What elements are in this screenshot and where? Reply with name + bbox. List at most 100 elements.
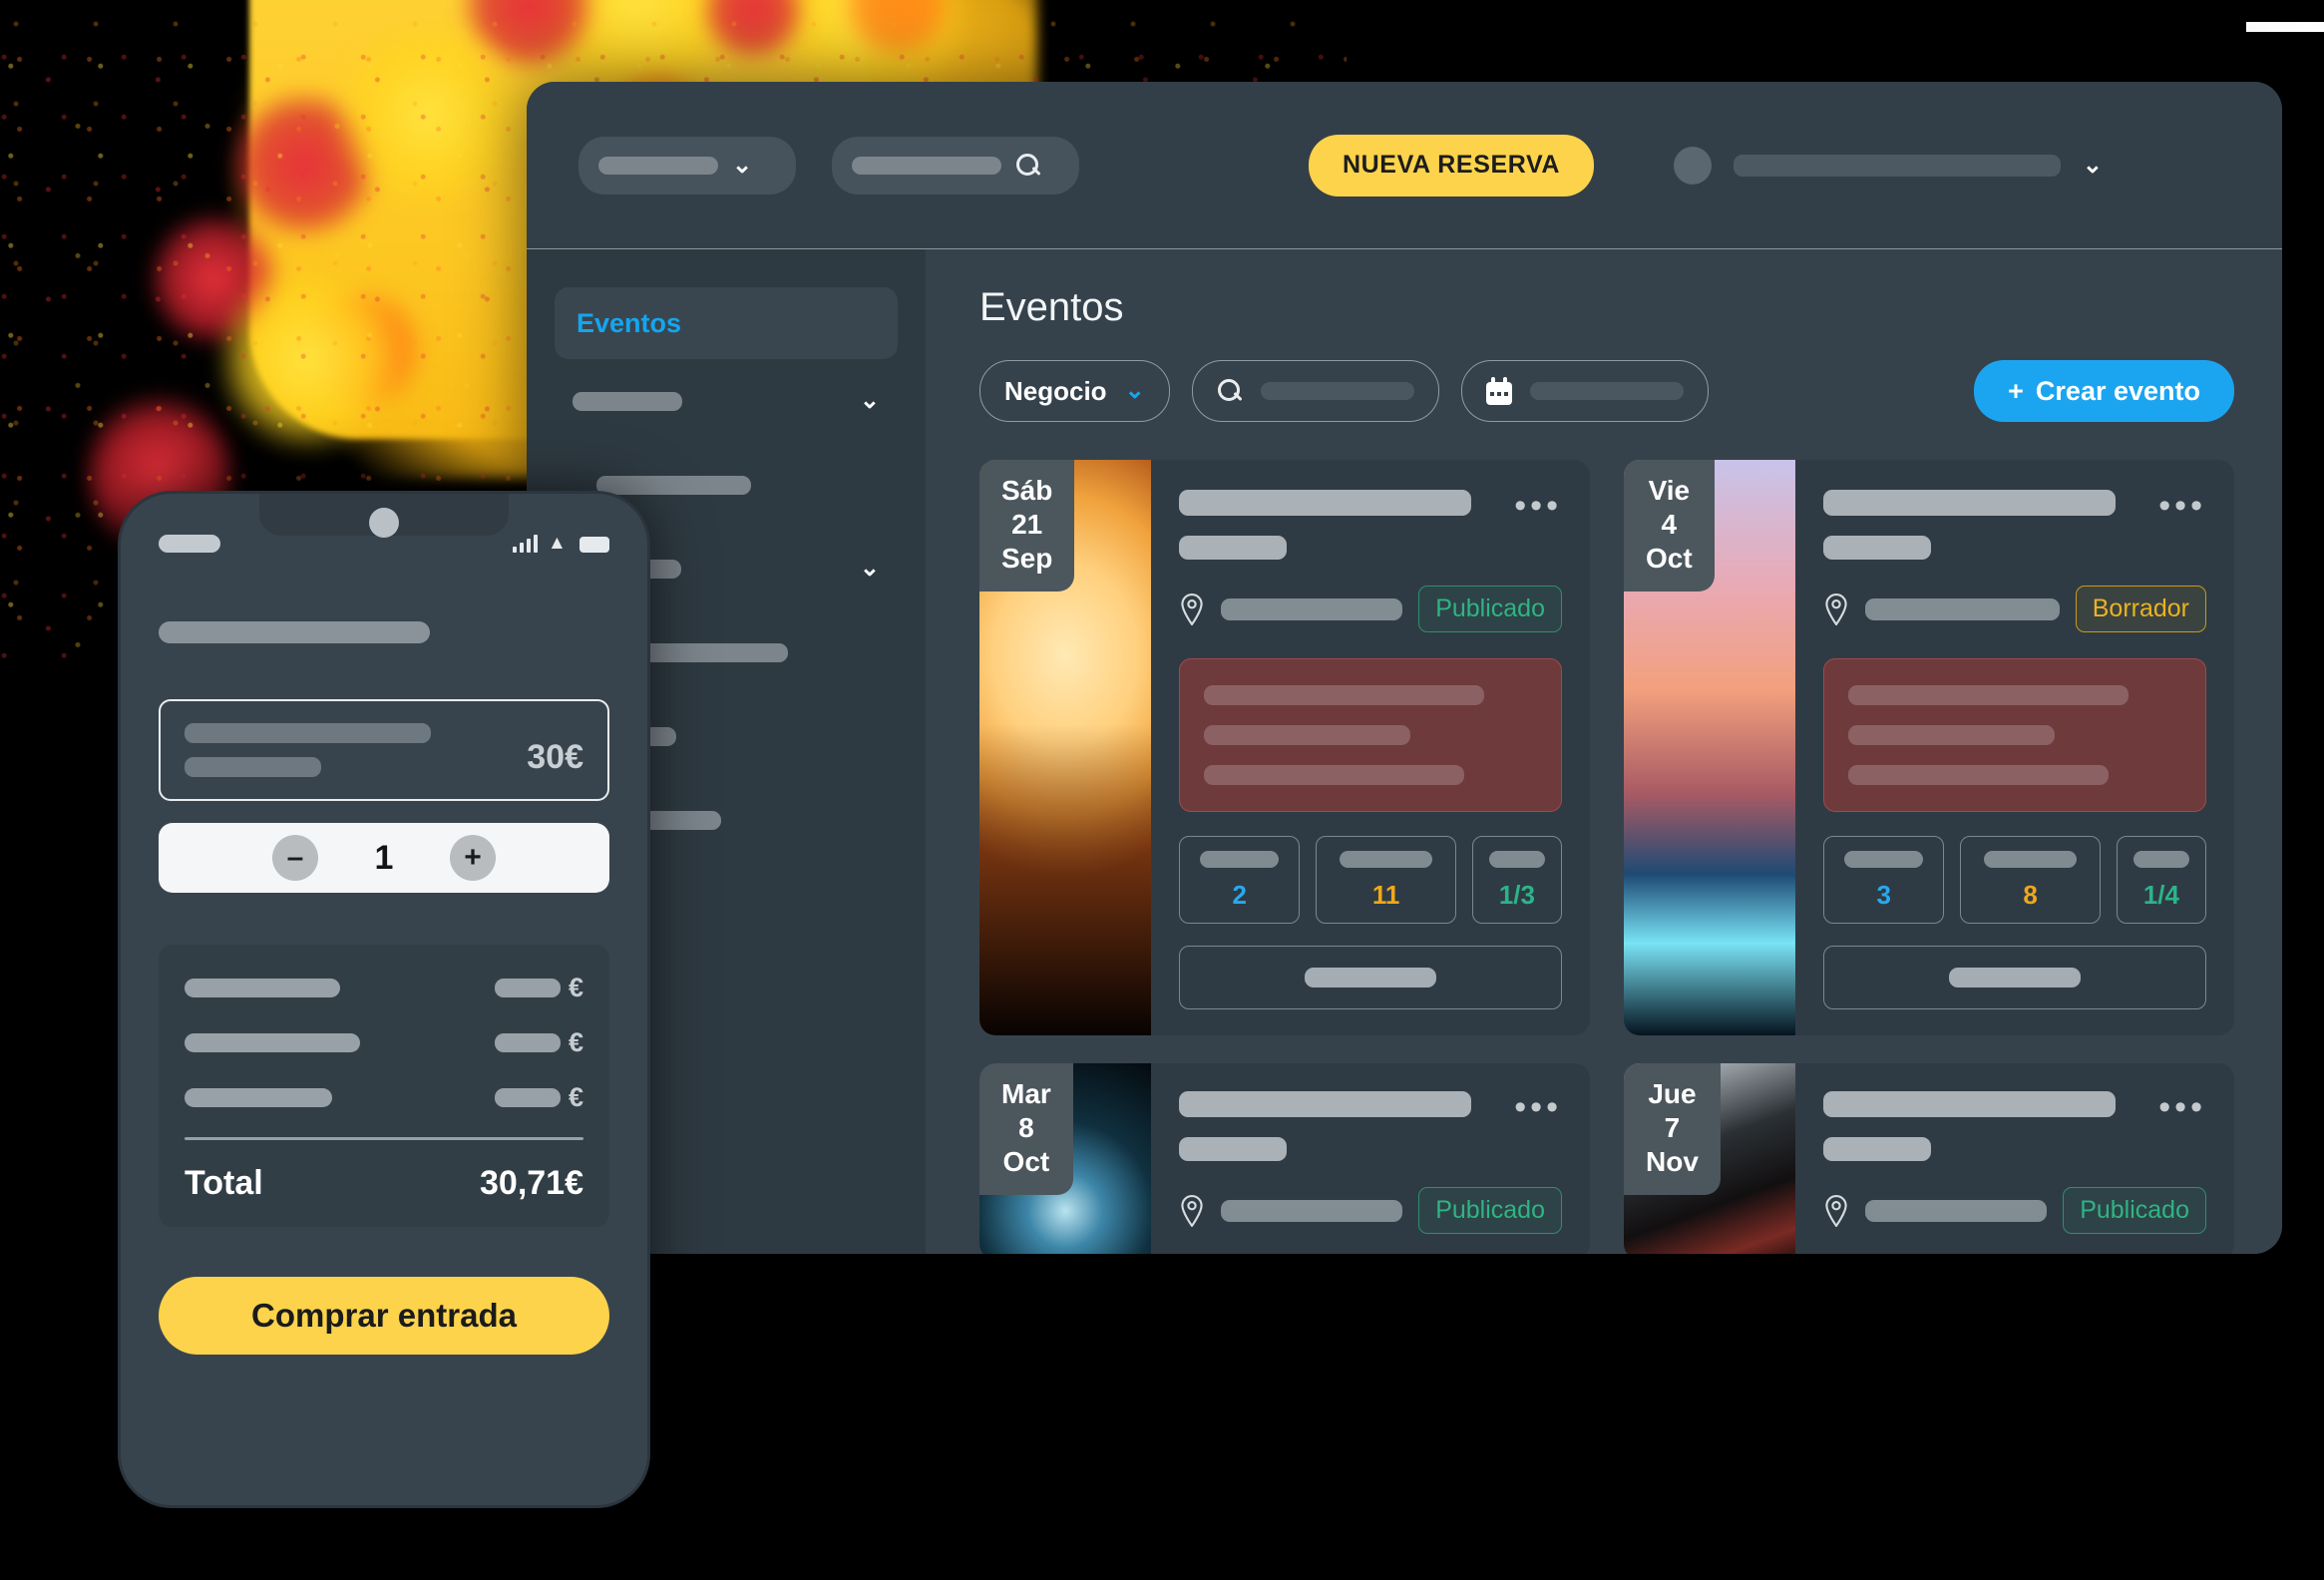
event-date: 4	[1661, 509, 1678, 541]
event-date-chip: Mar 8 Oct	[979, 1063, 1073, 1196]
business-filter-select[interactable]: Negocio ⌄	[979, 360, 1170, 422]
sidebar-item-label	[573, 391, 682, 411]
stat-value: 11	[1371, 880, 1400, 910]
stat-label-placeholder	[1984, 851, 2077, 868]
event-thumbnail: Mar 8 Oct	[979, 1063, 1151, 1254]
decrease-quantity-button[interactable]: –	[272, 835, 318, 881]
event-stats: 3 8 1/4	[1823, 836, 2206, 924]
event-stat[interactable]: 2	[1179, 836, 1301, 924]
crear-evento-button[interactable]: + Crear evento	[1974, 360, 2234, 422]
event-location-placeholder	[1865, 1199, 2048, 1222]
chevron-down-icon: ⌄	[1124, 377, 1145, 404]
event-card[interactable]: Sáb 21 Sep ••• Publicado 2 11 1/3	[979, 460, 1590, 1035]
comprar-entrada-button[interactable]: Comprar entrada	[159, 1277, 609, 1355]
events-search-input[interactable]	[1260, 382, 1414, 400]
summary-row: €	[185, 1027, 583, 1058]
event-date: 8	[1018, 1112, 1034, 1144]
event-card[interactable]: Jue 7 Nov ••• Publicado	[1624, 1063, 2234, 1254]
event-title-placeholder	[1823, 1091, 2116, 1117]
events-grid: Sáb 21 Sep ••• Publicado 2 11 1/3 Vie 4 …	[979, 460, 2234, 1254]
event-card[interactable]: Mar 8 Oct ••• Publicado	[979, 1063, 1590, 1254]
stat-label-placeholder	[1488, 851, 1545, 868]
summary-total-row: Total 30,71€	[185, 1164, 583, 1203]
event-overflow-menu[interactable]: •••	[2158, 489, 2206, 523]
event-card-action[interactable]	[1823, 946, 2206, 1009]
event-card-body: ••• Borrador 3 8 1/4	[1795, 460, 2234, 1035]
event-location-row: Publicado	[1823, 1187, 2206, 1234]
main-content: Eventos Negocio ⌄ + Crear evento Sáb 21 …	[926, 249, 2282, 1254]
summary-label-placeholder	[185, 979, 340, 997]
location-pin-icon	[1825, 1194, 1847, 1227]
ticket-price: 30€	[527, 738, 583, 776]
event-day: Sáb	[1001, 475, 1053, 506]
event-card-action[interactable]	[1179, 946, 1562, 1009]
cellular-signal-icon	[513, 535, 538, 553]
screenshot-stage: ⌄ NUEVA RESERVA ⌄ Eventos ⌄ ⌄ Eventos Ne…	[0, 0, 2324, 1580]
total-value: 30,71€	[480, 1164, 583, 1202]
quantity-stepper[interactable]: – 1 +	[159, 823, 609, 893]
sidebar-item-eventos[interactable]: Eventos	[555, 287, 898, 359]
event-date: 7	[1664, 1112, 1681, 1144]
phone-screen-title-placeholder	[159, 621, 430, 643]
event-card-header: •••	[1179, 1090, 1562, 1161]
date-filter-input[interactable]	[1529, 382, 1684, 400]
ticket-option-row[interactable]: 30€	[159, 699, 609, 801]
chevron-down-icon: ⌄	[2082, 151, 2104, 179]
event-stat[interactable]: 1/4	[2116, 836, 2206, 924]
phone-clock-placeholder	[159, 535, 220, 553]
event-location-placeholder	[1865, 597, 2060, 620]
event-day: Vie	[1648, 475, 1691, 506]
event-card[interactable]: Vie 4 Oct ••• Borrador 3 8 1/4	[1624, 460, 2234, 1035]
summary-label-placeholder	[185, 1033, 360, 1052]
chevron-down-icon: ⌄	[859, 387, 880, 414]
event-subtitle-placeholder	[1179, 1137, 1288, 1161]
wifi-icon	[548, 533, 570, 555]
global-search[interactable]	[832, 136, 1079, 195]
stat-label-placeholder	[1340, 851, 1432, 868]
event-card-header: •••	[1823, 1090, 2206, 1161]
event-overflow-menu[interactable]: •••	[1514, 489, 1562, 523]
page-title: Eventos	[979, 285, 1124, 329]
description-line	[1204, 765, 1464, 785]
event-stat[interactable]: 3	[1823, 836, 1945, 924]
search-icon	[1217, 378, 1243, 404]
event-day: Jue	[1648, 1078, 1697, 1109]
order-summary: € € € Total 30,71€	[159, 945, 609, 1227]
event-overflow-menu[interactable]: •••	[1514, 1090, 1562, 1124]
workspace-select[interactable]: ⌄	[579, 136, 796, 195]
stat-value: 8	[2023, 880, 2038, 910]
description-line	[1848, 725, 2056, 745]
event-date-chip: Vie 4 Oct	[1624, 460, 1715, 592]
increase-quantity-button[interactable]: +	[450, 835, 496, 881]
sidebar-item[interactable]: ⌄	[555, 359, 898, 443]
description-line	[1848, 765, 2109, 785]
location-pin-icon	[1181, 1194, 1203, 1227]
stat-value: 3	[1876, 880, 1891, 910]
ticket-name-placeholder	[185, 723, 432, 743]
app-window: ⌄ NUEVA RESERVA ⌄ Eventos ⌄ ⌄ Eventos Ne…	[527, 82, 2282, 1254]
event-overflow-menu[interactable]: •••	[2158, 1090, 2206, 1124]
event-stat[interactable]: 8	[1960, 836, 2101, 924]
date-filter-field[interactable]	[1460, 360, 1709, 422]
event-thumbnail: Vie 4 Oct	[1624, 460, 1795, 1035]
status-badge: Borrador	[2075, 586, 2206, 632]
event-description-box	[1179, 658, 1562, 812]
event-location-row: Borrador	[1823, 586, 2206, 632]
nueva-reserva-button[interactable]: NUEVA RESERVA	[1309, 134, 1595, 197]
event-date-chip: Sáb 21 Sep	[979, 460, 1075, 592]
event-stat[interactable]: 11	[1316, 836, 1456, 924]
workspace-select-value	[598, 156, 718, 175]
action-label-placeholder	[1949, 968, 2081, 988]
account-menu[interactable]: ⌄	[1674, 146, 2104, 185]
events-search-field[interactable]	[1191, 360, 1439, 422]
event-description-box	[1823, 658, 2206, 812]
ticket-desc-placeholder	[185, 757, 322, 777]
event-stat[interactable]: 1/3	[1471, 836, 1562, 924]
event-month: Sep	[1001, 543, 1053, 575]
app-body: Eventos ⌄ ⌄ Eventos Negocio ⌄ + Crear ev…	[527, 249, 2282, 1254]
global-search-input[interactable]	[852, 156, 1001, 175]
description-line	[1204, 725, 1411, 745]
event-title-placeholder	[1179, 490, 1471, 516]
event-card-body: ••• Publicado	[1151, 460, 1590, 1035]
event-thumbnail: Jue 7 Nov	[1624, 1063, 1795, 1254]
